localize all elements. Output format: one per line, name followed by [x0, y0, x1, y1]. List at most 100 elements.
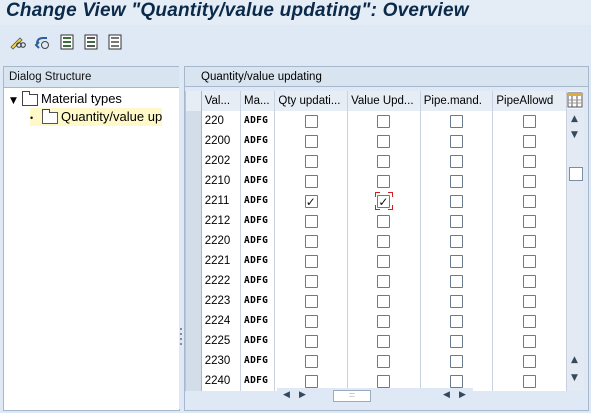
- horizontal-scrollbar[interactable]: ◀ ▶ ::: ◀ ▶: [277, 388, 473, 403]
- scroll-down-icon[interactable]: ▼: [571, 130, 578, 140]
- pipe-mandatory-checkbox[interactable]: [450, 154, 464, 168]
- pipe-allowed-checkbox[interactable]: [523, 174, 537, 188]
- material-type-cell: ADFG: [241, 151, 276, 171]
- row-selector[interactable]: [186, 171, 202, 191]
- qty-updating-checkbox[interactable]: [304, 294, 318, 308]
- qty-updating-checkbox[interactable]: [304, 234, 318, 248]
- row-selector[interactable]: [186, 211, 202, 231]
- pipe-allowed-checkbox[interactable]: [523, 194, 537, 208]
- value-updating-checkbox[interactable]: [377, 274, 391, 288]
- column-header-val[interactable]: Val...: [201, 91, 242, 111]
- select-block-icon[interactable]: [82, 33, 100, 51]
- qty-updating-checkbox[interactable]: [304, 314, 318, 328]
- value-updating-checkbox[interactable]: [377, 314, 391, 328]
- pipe-mandatory-checkbox[interactable]: [450, 334, 464, 348]
- value-updating-checkbox[interactable]: [377, 154, 391, 168]
- row-selector[interactable]: [186, 331, 202, 351]
- qty-updating-checkbox[interactable]: [304, 274, 318, 288]
- pipe-mandatory-checkbox[interactable]: [450, 274, 464, 288]
- value-updating-checkbox[interactable]: [377, 374, 391, 388]
- row-selector[interactable]: [186, 151, 202, 171]
- deselect-all-icon[interactable]: [106, 33, 124, 51]
- value-updating-checkbox[interactable]: [377, 114, 391, 128]
- scroll-left-end-icon[interactable]: ◀: [443, 390, 450, 400]
- scroll-left-icon[interactable]: ◀: [283, 390, 290, 400]
- row-selector[interactable]: [186, 371, 202, 391]
- scroll-thumb[interactable]: [569, 167, 583, 181]
- value-updating-checkbox[interactable]: [377, 254, 391, 268]
- value-updating-checkbox[interactable]: [377, 294, 391, 308]
- column-settings-icon[interactable]: [567, 91, 583, 109]
- row-selector[interactable]: [186, 351, 202, 371]
- pencil-glasses-icon[interactable]: [8, 33, 26, 51]
- pipe-allowed-checkbox[interactable]: [523, 314, 537, 328]
- scroll-up-icon[interactable]: ▲: [571, 114, 578, 124]
- value-updating-checkbox[interactable]: [377, 174, 391, 188]
- pipe-mandatory-checkbox[interactable]: [450, 254, 464, 268]
- pipe-allowed-checkbox[interactable]: [523, 134, 537, 148]
- value-updating-checkbox[interactable]: [377, 134, 391, 148]
- h-scroll-thumb[interactable]: :::: [333, 390, 371, 402]
- undo-icon[interactable]: [33, 33, 51, 51]
- tree-node-material-types[interactable]: ▼ Material types: [10, 90, 122, 108]
- row-selector[interactable]: [186, 231, 202, 251]
- scroll-right-small-icon[interactable]: ▶: [299, 390, 306, 400]
- expand-arrow-icon[interactable]: ▼: [10, 92, 22, 110]
- pipe-mandatory-checkbox[interactable]: [450, 134, 464, 148]
- select-all-icon[interactable]: [58, 33, 76, 51]
- row-selector[interactable]: [186, 131, 202, 151]
- value-updating-checkbox[interactable]: [377, 334, 391, 348]
- qty-updating-checkbox[interactable]: [304, 114, 318, 128]
- pipe-mandatory-checkbox[interactable]: [450, 374, 464, 388]
- qty-updating-checkbox[interactable]: [304, 354, 318, 368]
- pipe-allowed-cell: [493, 191, 568, 211]
- pipe-allowed-checkbox[interactable]: [523, 354, 537, 368]
- pipe-allowed-checkbox[interactable]: [523, 274, 537, 288]
- scroll-page-up-icon[interactable]: ▲: [571, 355, 578, 365]
- pipe-mandatory-checkbox[interactable]: [450, 234, 464, 248]
- qty-updating-checkbox[interactable]: [304, 334, 318, 348]
- row-selector[interactable]: [186, 311, 202, 331]
- scroll-right-icon[interactable]: ▶: [459, 390, 466, 400]
- select-all-corner[interactable]: [186, 91, 202, 111]
- qty-updating-checkbox[interactable]: [304, 214, 318, 228]
- row-selector[interactable]: [186, 291, 202, 311]
- pipe-mandatory-checkbox[interactable]: [450, 354, 464, 368]
- pipe-mandatory-checkbox[interactable]: [450, 194, 464, 208]
- column-header-ma[interactable]: Ma...: [241, 91, 276, 111]
- column-header-value[interactable]: Value Upd...: [348, 91, 421, 111]
- qty-updating-checkbox[interactable]: [304, 134, 318, 148]
- row-selector[interactable]: [186, 251, 202, 271]
- qty-updating-checkbox[interactable]: [304, 254, 318, 268]
- vertical-scrollbar[interactable]: ▲ ▼ ▲ ▼: [567, 111, 584, 391]
- pipe-allowed-checkbox[interactable]: [523, 234, 537, 248]
- pipe-allowed-checkbox[interactable]: [523, 374, 537, 388]
- pipe-mandatory-checkbox[interactable]: [450, 114, 464, 128]
- value-updating-checkbox[interactable]: [377, 234, 391, 248]
- pipe-mandatory-checkbox[interactable]: [450, 174, 464, 188]
- column-header-pipe-allowed[interactable]: PipeAllowd: [493, 91, 568, 111]
- pipe-mandatory-checkbox[interactable]: [450, 214, 464, 228]
- qty-updating-checkbox[interactable]: [304, 174, 318, 188]
- scroll-page-down-icon[interactable]: ▼: [571, 373, 578, 383]
- value-updating-checkbox[interactable]: [377, 354, 391, 368]
- pipe-mandatory-checkbox[interactable]: [450, 314, 464, 328]
- column-header-qty[interactable]: Qty updati...: [275, 91, 349, 111]
- tree-node-quantity-value[interactable]: • Quantity/value up: [30, 108, 163, 126]
- qty-updating-checkbox[interactable]: [304, 154, 318, 168]
- row-selector[interactable]: [186, 271, 202, 291]
- value-updating-checkbox[interactable]: [377, 214, 391, 228]
- pipe-allowed-checkbox[interactable]: [523, 254, 537, 268]
- pipe-mandatory-checkbox[interactable]: [450, 294, 464, 308]
- qty-updating-checkbox[interactable]: [304, 192, 318, 211]
- pipe-allowed-checkbox[interactable]: [523, 334, 537, 348]
- pane-splitter[interactable]: [179, 66, 183, 409]
- column-header-pipe-mand[interactable]: Pipe.mand.: [420, 91, 494, 111]
- pipe-allowed-checkbox[interactable]: [523, 294, 537, 308]
- pipe-allowed-checkbox[interactable]: [523, 114, 537, 128]
- row-selector[interactable]: [186, 191, 202, 211]
- row-selector[interactable]: [186, 111, 202, 131]
- qty-updating-checkbox[interactable]: [304, 374, 318, 388]
- pipe-allowed-checkbox[interactable]: [523, 214, 537, 228]
- pipe-allowed-checkbox[interactable]: [523, 154, 537, 168]
